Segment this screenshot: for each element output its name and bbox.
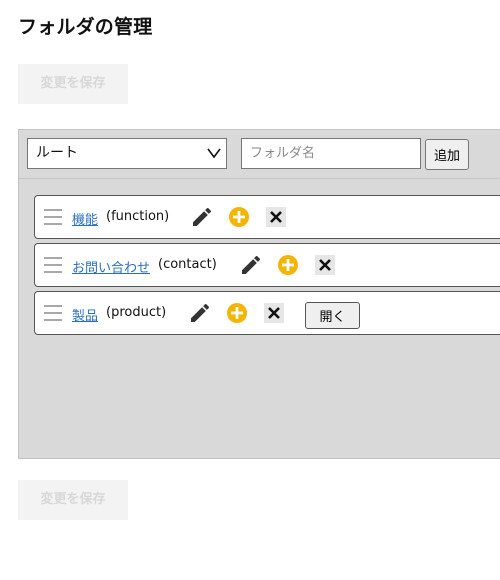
parent-folder-select[interactable]: ルート <box>27 138 227 169</box>
open-button[interactable]: 開く <box>305 302 360 329</box>
add-folder-button[interactable]: 追加 <box>425 139 469 170</box>
close-icon[interactable] <box>313 253 337 277</box>
folder-link-product[interactable]: 製品 <box>72 305 98 324</box>
save-button-bottom[interactable]: 変更を保存 <box>18 480 128 520</box>
folder-item-contact: お問い合わせ (contact) <box>34 243 500 287</box>
folder-key-contact: (contact) <box>158 257 217 272</box>
folder-item-product: 製品 (product) 開く <box>34 291 500 335</box>
folder-link-function[interactable]: 機能 <box>72 209 98 228</box>
pencil-icon[interactable] <box>188 301 212 325</box>
pencil-icon[interactable] <box>190 205 214 229</box>
folder-key-product: (product) <box>106 305 167 320</box>
page-title: フォルダの管理 <box>18 16 153 38</box>
folder-panel: ルート 追加 機能 (function) お問い合わせ (contact) <box>18 129 500 459</box>
add-circle-icon[interactable] <box>225 301 249 325</box>
drag-handle-icon[interactable] <box>44 257 62 273</box>
folder-name-input[interactable] <box>241 138 421 169</box>
add-circle-icon[interactable] <box>276 253 300 277</box>
folder-toolbar: ルート 追加 <box>19 130 500 179</box>
drag-handle-icon[interactable] <box>44 305 62 321</box>
close-icon[interactable] <box>264 205 288 229</box>
parent-folder-select-value: ルート <box>36 145 78 161</box>
folder-link-contact[interactable]: お問い合わせ <box>72 257 150 276</box>
drag-handle-icon[interactable] <box>44 209 62 225</box>
chevron-down-icon <box>207 148 221 159</box>
pencil-icon[interactable] <box>239 253 263 277</box>
save-button-top[interactable]: 変更を保存 <box>18 64 128 104</box>
folder-item-function: 機能 (function) <box>34 195 500 239</box>
folder-key-function: (function) <box>106 209 170 224</box>
close-icon[interactable] <box>262 301 286 325</box>
add-circle-icon[interactable] <box>227 205 251 229</box>
